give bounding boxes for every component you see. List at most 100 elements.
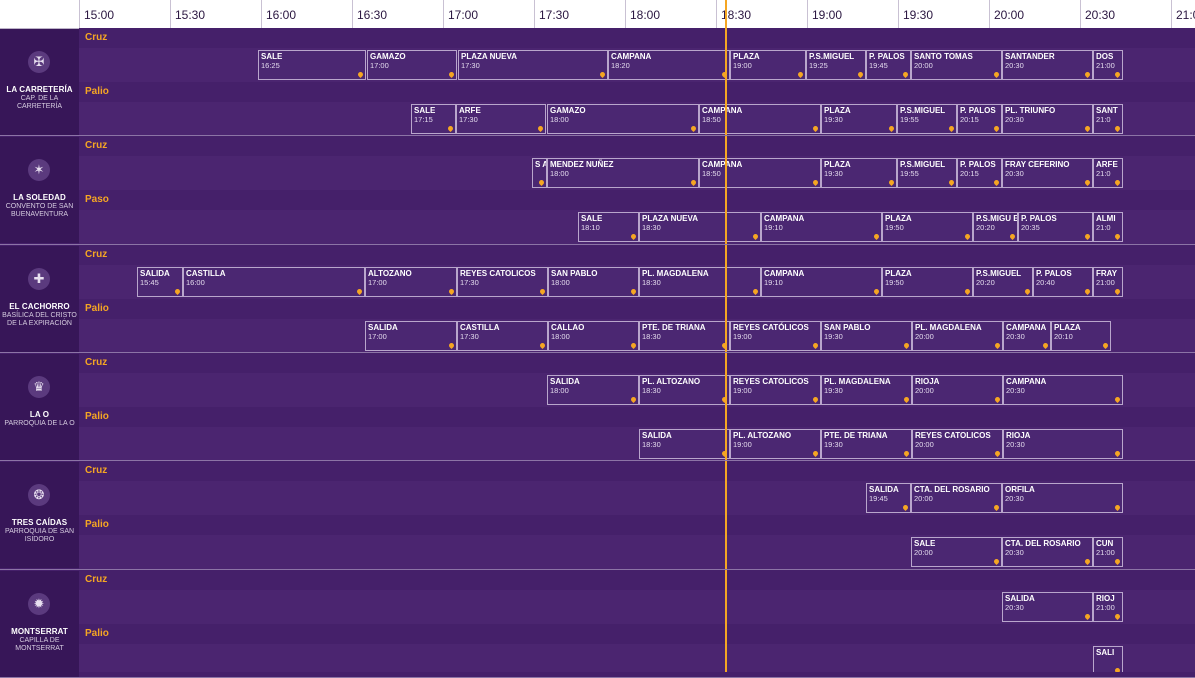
route-stop[interactable]: CAMPANA 18:50 <box>699 158 821 189</box>
route-stop[interactable]: PL. MAGDALENA 18:30 <box>639 266 761 297</box>
map-pin-icon[interactable] <box>538 287 547 295</box>
route-stop[interactable]: CAMPANA 20:30 <box>1003 320 1051 351</box>
route-stop[interactable]: P. PALOS 20:15 <box>957 104 1002 134</box>
map-pin-icon[interactable] <box>356 70 365 79</box>
route-stop[interactable]: P.S.MIGUEL 20:20 <box>973 266 1033 297</box>
map-pin-icon[interactable] <box>992 179 1001 187</box>
map-pin-icon[interactable] <box>811 449 820 457</box>
map-pin-icon[interactable] <box>689 124 698 133</box>
route-stop[interactable]: MENDEZ NUÑEZ 18:00 <box>547 158 699 189</box>
route-stop[interactable]: SANTANDER 20:30 <box>1002 50 1093 80</box>
map-pin-icon[interactable] <box>872 233 881 241</box>
map-pin-icon[interactable] <box>963 233 972 241</box>
map-pin-icon[interactable] <box>689 179 698 187</box>
map-pin-icon[interactable] <box>947 124 956 133</box>
route-stop[interactable]: SALIDA 19:45 <box>866 483 911 514</box>
map-pin-icon[interactable] <box>447 287 456 295</box>
route-stop[interactable]: PTE. DE TRIANA 19:30 <box>821 428 912 459</box>
route-stop[interactable]: ALTOZANO 17:00 <box>365 266 457 297</box>
map-pin-icon[interactable] <box>629 233 638 241</box>
map-pin-icon[interactable] <box>901 504 910 512</box>
map-pin-icon[interactable] <box>598 70 607 79</box>
map-pin-icon[interactable] <box>992 558 1001 566</box>
map-pin-icon[interactable] <box>1041 341 1050 349</box>
map-pin-icon[interactable] <box>536 124 545 133</box>
route-stop[interactable]: SALE 17:15 <box>411 104 456 134</box>
route-stop[interactable]: CUN 21:00 <box>1093 537 1123 568</box>
route-stop[interactable]: SALIDA 18:00 <box>547 374 639 405</box>
route-stop[interactable]: PLAZA 19:30 <box>821 104 897 134</box>
route-stop[interactable]: REYES CATÓLICOS 19:00 <box>730 320 821 351</box>
route-stop[interactable]: SALI <box>1093 645 1123 672</box>
map-pin-icon[interactable] <box>1023 287 1032 295</box>
map-pin-icon[interactable] <box>1083 70 1092 79</box>
route-stop[interactable]: P. PALOS 20:40 <box>1033 266 1093 297</box>
brotherhood-card[interactable]: ♛ LA O PARROQUIA DE LA O <box>0 353 79 460</box>
route-stop[interactable]: PLAZA 19:50 <box>882 266 973 297</box>
map-pin-icon[interactable] <box>1113 287 1122 295</box>
map-pin-icon[interactable] <box>1113 179 1122 187</box>
map-pin-icon[interactable] <box>992 124 1001 133</box>
route-stop[interactable]: ARFE 17:30 <box>456 104 546 134</box>
route-stop[interactable]: PL. MAGDALENA 20:00 <box>912 320 1003 351</box>
map-pin-icon[interactable] <box>1083 124 1092 133</box>
route-stop[interactable]: CASTILLA 17:30 <box>457 320 548 351</box>
map-pin-icon[interactable] <box>993 395 1002 403</box>
map-pin-icon[interactable] <box>811 341 820 349</box>
map-pin-icon[interactable] <box>1113 558 1122 566</box>
route-stop[interactable]: PLAZA 19:30 <box>821 158 897 189</box>
route-stop[interactable]: P. PALOS 20:15 <box>957 158 1002 189</box>
route-stop[interactable]: PL. MAGDALENA 19:30 <box>821 374 912 405</box>
route-stop[interactable]: RIOJA 20:00 <box>912 374 1003 405</box>
map-pin-icon[interactable] <box>993 449 1002 457</box>
map-pin-icon[interactable] <box>751 287 760 295</box>
map-pin-icon[interactable] <box>537 179 546 187</box>
route-stop[interactable]: CAMPANA 18:20 <box>608 50 730 80</box>
route-stop[interactable]: PLAZA NUEVA 18:30 <box>639 212 761 243</box>
map-pin-icon[interactable] <box>963 287 972 295</box>
map-pin-icon[interactable] <box>1083 233 1092 241</box>
route-stop[interactable]: CAMPANA 18:50 <box>699 104 821 134</box>
map-pin-icon[interactable] <box>1101 341 1110 349</box>
map-pin-icon[interactable] <box>1083 612 1092 620</box>
route-stop[interactable]: CASTILLA 16:00 <box>183 266 365 297</box>
map-pin-icon[interactable] <box>796 70 805 79</box>
route-stop[interactable]: SALIDA 20:30 <box>1002 591 1093 622</box>
route-stop[interactable]: PL. ALTOZANO 19:00 <box>730 428 821 459</box>
map-pin-icon[interactable] <box>447 341 456 349</box>
route-stop[interactable]: P. PALOS 20:35 <box>1018 212 1093 243</box>
route-stop[interactable]: SALE 18:10 <box>578 212 639 243</box>
route-stop[interactable]: PLAZA 19:50 <box>882 212 973 243</box>
brotherhood-card[interactable]: ✠ LA CARRETERÍA CAP. DE LA CARRETERÍA <box>0 29 79 135</box>
route-stop[interactable]: CAMPANA 19:10 <box>761 212 882 243</box>
route-stop[interactable]: SAN PABLO 18:00 <box>548 266 639 297</box>
map-pin-icon[interactable] <box>751 233 760 241</box>
route-stop[interactable]: PL. ALTOZANO 18:30 <box>639 374 730 405</box>
map-pin-icon[interactable] <box>887 179 896 187</box>
route-stop[interactable]: PL. TRIUNFO 20:30 <box>1002 104 1093 134</box>
route-stop[interactable]: CAMPANA 20:30 <box>1003 374 1123 405</box>
map-pin-icon[interactable] <box>629 287 638 295</box>
map-pin-icon[interactable] <box>887 124 896 133</box>
route-stop[interactable]: CTA. DEL ROSARIO 20:00 <box>911 483 1002 514</box>
route-stop[interactable]: P.S.MIGUEL 19:25 <box>806 50 866 80</box>
route-stop[interactable]: SANTO TOMAS 20:00 <box>911 50 1002 80</box>
route-stop[interactable]: GAMAZO 18:00 <box>547 104 699 134</box>
brotherhood-card[interactable]: ❂ TRES CAÍDAS PARROQUIA DE SAN ISIDORO <box>0 462 79 569</box>
map-pin-icon[interactable] <box>1083 179 1092 187</box>
route-stop[interactable]: P.S.MIGUEL 19:55 <box>897 158 957 189</box>
map-pin-icon[interactable] <box>902 449 911 457</box>
map-pin-icon[interactable] <box>902 341 911 349</box>
route-stop[interactable]: P.S.MIGUEL 19:55 <box>897 104 957 134</box>
route-stop[interactable]: SALIDA 18:30 <box>639 428 730 459</box>
schedule-grid[interactable]: Cruz SALE 16:25 GAMAZO 17:00 PLAZA NUEVA 17:30… <box>79 28 1195 672</box>
route-stop[interactable]: PLAZA NUEVA 17:30 <box>458 50 608 80</box>
route-stop[interactable]: PTE. DE TRIANA 18:30 <box>639 320 730 351</box>
map-pin-icon[interactable] <box>538 341 547 349</box>
map-pin-icon[interactable] <box>355 287 364 295</box>
route-stop[interactable]: REYES CATOLICOS 17:30 <box>457 266 548 297</box>
map-pin-icon[interactable] <box>992 504 1001 512</box>
map-pin-icon[interactable] <box>1083 287 1092 295</box>
route-stop[interactable]: SALE 16:25 <box>258 50 366 80</box>
route-stop[interactable]: SAN PABLO 19:30 <box>821 320 912 351</box>
